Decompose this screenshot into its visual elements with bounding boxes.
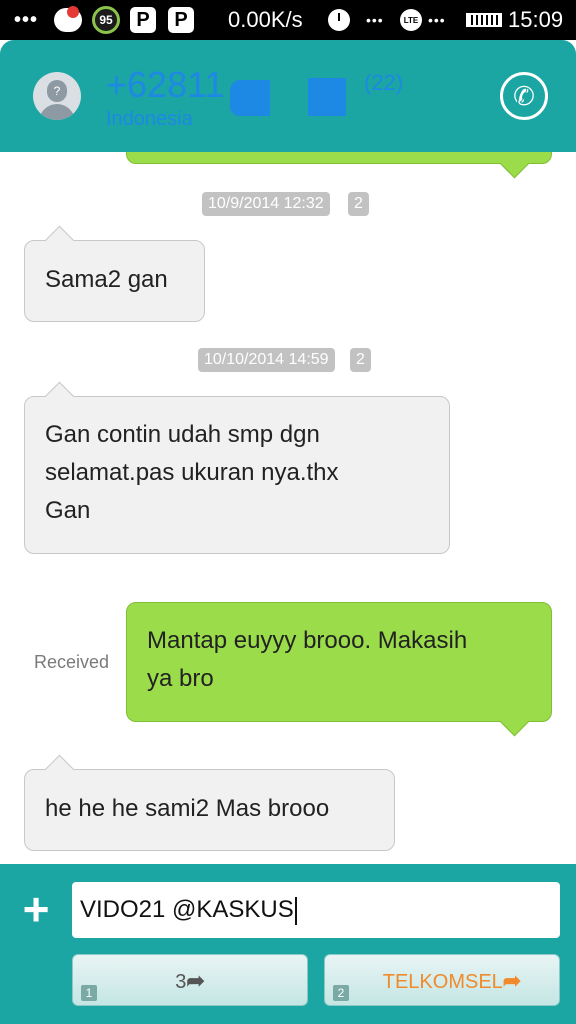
redaction-block bbox=[230, 80, 270, 116]
composer-bar: + VIDO21 @KASKUS 1 3➦ 2 TELKOMSEL➦ bbox=[0, 864, 576, 1024]
status-bar: ••• 95 P P 0.00K/s ••• LTE ••• 15:09 bbox=[0, 0, 576, 40]
send-button-sim1[interactable]: 1 3➦ bbox=[72, 954, 308, 1006]
avatar[interactable]: ? bbox=[33, 72, 81, 120]
alarm-clock-icon bbox=[328, 9, 350, 31]
sim-badge: 2 bbox=[350, 348, 371, 372]
phone-icon: ✆ bbox=[513, 81, 535, 111]
message-bubble-outgoing[interactable] bbox=[126, 152, 552, 164]
status-time: 15:09 bbox=[508, 7, 564, 32]
message-text: he he he sami2 Mas brooo bbox=[45, 795, 330, 822]
signal-icon: ••• bbox=[428, 12, 446, 28]
redaction-block bbox=[308, 78, 346, 116]
contact-number[interactable]: +62811 bbox=[106, 64, 224, 106]
text-caret bbox=[294, 896, 297, 925]
sim-badge: 2 bbox=[348, 192, 369, 216]
network-speed: 0.00K/s bbox=[228, 7, 303, 32]
send-button-sim2[interactable]: 2 TELKOMSEL➦ bbox=[324, 954, 560, 1006]
p-app-icon: P bbox=[168, 7, 194, 33]
delivery-status: Received bbox=[34, 652, 110, 672]
message-list[interactable]: 10/9/2014 12:32 2 Sama2 gan 10/10/2014 1… bbox=[0, 152, 576, 864]
contact-country: Indonesia bbox=[106, 108, 193, 130]
send-button-label: 3 bbox=[175, 971, 187, 993]
message-count: (22) bbox=[364, 70, 404, 95]
lte-icon: LTE bbox=[400, 9, 422, 31]
message-text-line: ya bro bbox=[147, 665, 214, 692]
send-arrow-icon: ➦ bbox=[502, 968, 522, 993]
timestamp-badge: 10/10/2014 14:59 bbox=[198, 348, 335, 372]
message-text-line: Gan bbox=[45, 497, 91, 524]
signal-icon: ••• bbox=[366, 12, 384, 28]
message-input[interactable]: VIDO21 @KASKUS bbox=[72, 882, 560, 938]
message-text-line: Gan contin udah smp dgn bbox=[45, 421, 320, 448]
conversation-header: ? +62811 Indonesia (22) ✆ bbox=[0, 40, 576, 152]
send-button-label: TELKOMSEL bbox=[382, 971, 503, 993]
timestamp-badge: 10/9/2014 12:32 bbox=[202, 192, 330, 216]
message-text: Sama2 gan bbox=[45, 266, 168, 293]
chat-notification-icon bbox=[54, 6, 82, 32]
battery-icon bbox=[466, 13, 502, 27]
score-badge-icon: 95 bbox=[92, 6, 120, 34]
message-bubble-incoming[interactable]: Gan contin udah smp dgn selamat.pas ukur… bbox=[24, 396, 450, 554]
message-text-line: selamat.pas ukuran nya.thx bbox=[45, 459, 339, 486]
notification-dots: ••• bbox=[14, 8, 39, 31]
send-arrow-icon: ➦ bbox=[186, 968, 205, 993]
message-bubble-incoming[interactable]: he he he sami2 Mas brooo bbox=[24, 769, 395, 851]
message-input-value: VIDO21 @KASKUS bbox=[80, 896, 294, 923]
unknown-contact-icon: ? bbox=[47, 80, 67, 102]
call-button[interactable]: ✆ bbox=[500, 72, 548, 120]
message-bubble-incoming[interactable]: Sama2 gan bbox=[24, 240, 205, 322]
attach-plus-button[interactable]: + bbox=[18, 886, 54, 932]
p-app-icon: P bbox=[130, 7, 156, 33]
message-text-line: Mantap euyyy brooo. Makasih bbox=[147, 627, 468, 654]
message-bubble-outgoing[interactable]: Mantap euyyy brooo. Makasih ya bro bbox=[126, 602, 552, 722]
